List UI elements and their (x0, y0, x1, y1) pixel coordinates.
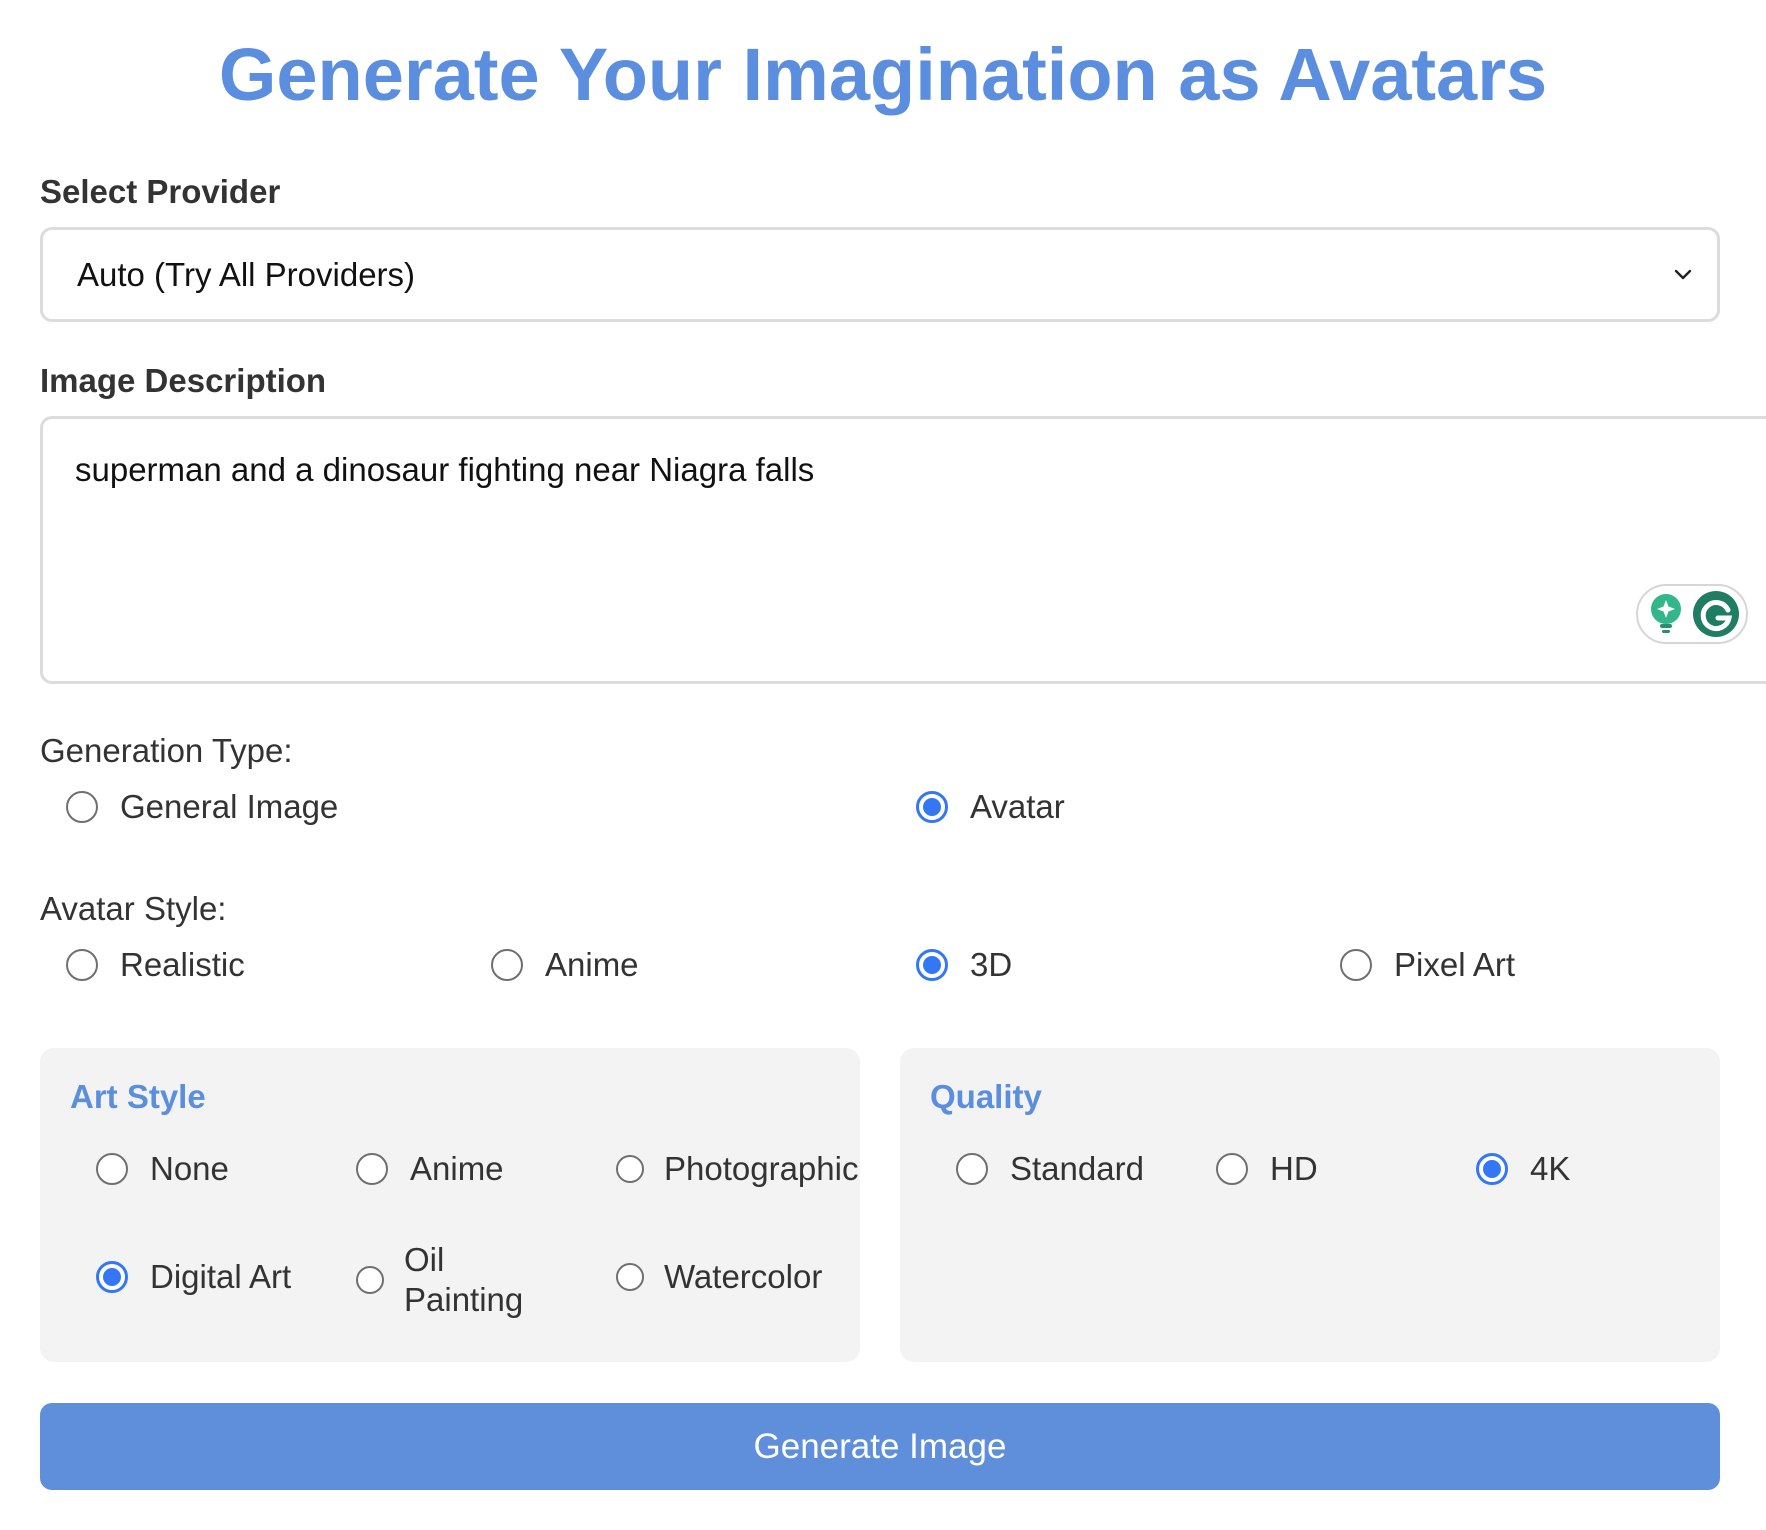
description-label: Image Description (40, 362, 327, 399)
quality-4k[interactable]: 4K (1476, 1150, 1570, 1188)
generation-type-general-image[interactable]: General Image (66, 788, 338, 826)
art-style-title: Art Style (70, 1078, 206, 1115)
art-style-oil-painting[interactable]: Oil Painting (356, 1240, 523, 1320)
radio-label: Standard (1010, 1150, 1144, 1187)
quality-title: Quality (930, 1078, 1042, 1115)
radio-label-line2: Painting (404, 1281, 524, 1318)
quality-standard[interactable]: Standard (956, 1150, 1144, 1188)
art-style-photographic[interactable]: Photographic (616, 1150, 858, 1188)
art-style-digital-art[interactable]: Digital Art (96, 1258, 291, 1296)
avatar-style-3d[interactable]: 3D (916, 946, 1012, 984)
radio-label: Oil Painting (404, 1240, 523, 1320)
grammarly-icons (1651, 591, 1739, 637)
radio-label-line1: Oil (404, 1241, 445, 1278)
radio-label: 4K (1530, 1150, 1571, 1187)
radio-pixel-art[interactable] (1340, 949, 1372, 981)
radio-digital-art[interactable] (96, 1261, 128, 1293)
art-style-none[interactable]: None (96, 1150, 229, 1188)
radio-label: Digital Art (150, 1258, 292, 1295)
generation-type-avatar[interactable]: Avatar (916, 788, 1065, 826)
avatar-style-realistic[interactable]: Realistic (66, 946, 245, 984)
avatar-style-pixel-art[interactable]: Pixel Art (1340, 946, 1515, 984)
radio-hd[interactable] (1216, 1153, 1248, 1185)
radio-label: None (150, 1150, 229, 1187)
grammarly-widget[interactable] (1636, 584, 1748, 644)
description-textarea[interactable]: superman and a dinosaur fighting near Ni… (40, 416, 1766, 684)
radio-label: Anime (410, 1150, 504, 1187)
radio-avatar[interactable] (916, 791, 948, 823)
radio-label: General Image (120, 788, 339, 825)
radio-anime[interactable] (356, 1153, 388, 1185)
radio-none[interactable] (96, 1153, 128, 1185)
avatar-style-anime[interactable]: Anime (491, 946, 639, 984)
chevron-down-icon (1674, 269, 1692, 280)
art-style-anime[interactable]: Anime (356, 1150, 504, 1188)
grammarly-g-icon (1693, 591, 1739, 637)
radio-standard[interactable] (956, 1153, 988, 1185)
lightbulb-icon (1651, 594, 1681, 633)
description-text: superman and a dinosaur fighting near Ni… (75, 451, 815, 488)
radio-label: Watercolor (664, 1258, 823, 1295)
radio-label: Anime (545, 946, 639, 983)
radio-label: Realistic (120, 946, 245, 983)
radio-label: Avatar (970, 788, 1065, 825)
radio-label: Photographic (664, 1150, 859, 1187)
radio-general-image[interactable] (66, 791, 98, 823)
radio-realistic[interactable] (66, 949, 98, 981)
quality-panel: Quality Standard HD 4K (900, 1048, 1720, 1362)
provider-select[interactable]: Auto (Try All Providers) (40, 227, 1720, 322)
generate-image-button[interactable]: Generate Image (40, 1403, 1720, 1490)
art-style-panel: Art Style None Anime Photographic Digita… (40, 1048, 860, 1362)
art-style-watercolor[interactable]: Watercolor (616, 1258, 822, 1296)
page: Generate Your Imagination as Avatars Sel… (0, 0, 1766, 1530)
radio-photographic[interactable] (616, 1155, 644, 1183)
avatar-style-label: Avatar Style: (40, 890, 227, 927)
generation-type-label: Generation Type: (40, 732, 293, 769)
quality-hd[interactable]: HD (1216, 1150, 1318, 1188)
radio-label: 3D (970, 946, 1013, 983)
radio-label: HD (1270, 1150, 1318, 1187)
provider-label: Select Provider (40, 173, 281, 210)
radio-label: Pixel Art (1394, 946, 1516, 983)
radio-3d[interactable] (916, 949, 948, 981)
radio-oil-painting[interactable] (356, 1266, 384, 1294)
generate-image-label: Generate Image (753, 1426, 1007, 1466)
provider-selected-value: Auto (Try All Providers) (77, 255, 416, 293)
page-title: Generate Your Imagination as Avatars (218, 33, 1548, 116)
radio-watercolor[interactable] (616, 1263, 644, 1291)
radio-4k[interactable] (1476, 1153, 1508, 1185)
radio-anime[interactable] (491, 949, 523, 981)
